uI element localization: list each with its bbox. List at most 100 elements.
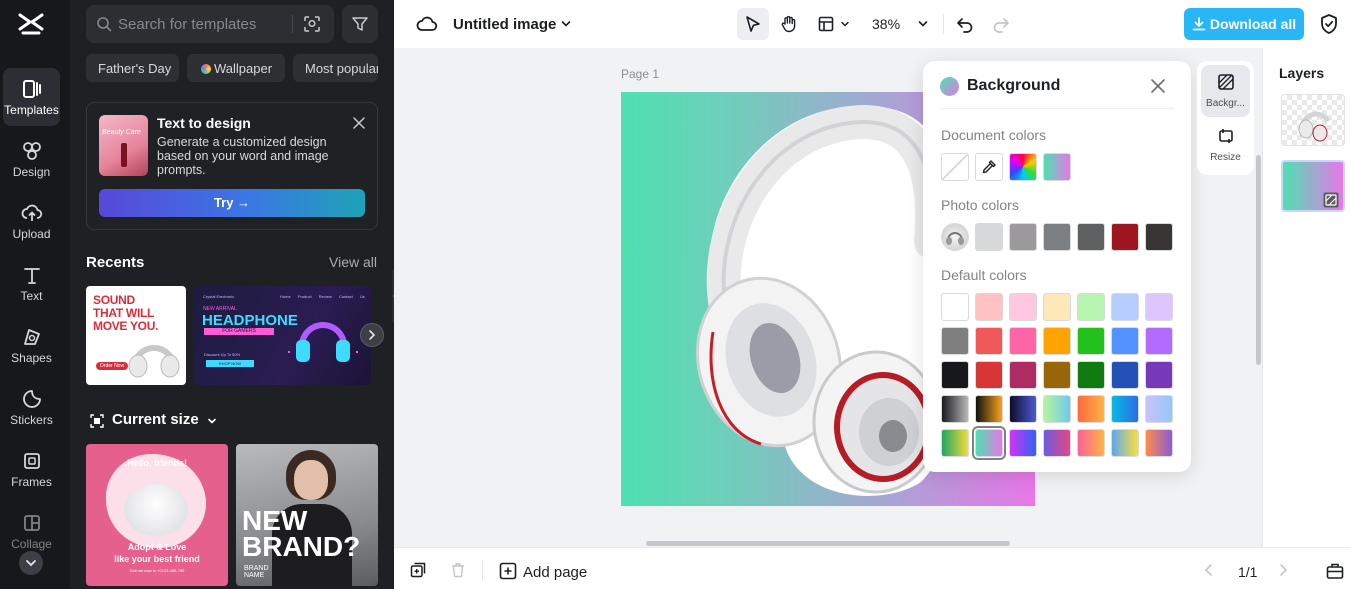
gradient-color-swatch[interactable] bbox=[1145, 429, 1173, 457]
sticker-icon bbox=[22, 390, 41, 408]
default-color-swatch[interactable] bbox=[941, 361, 969, 389]
recent-design-sound[interactable]: SOUND THAT WILL MOVE YOU. Order Now bbox=[86, 286, 186, 385]
default-color-swatch[interactable] bbox=[1077, 327, 1105, 355]
rail-item-stickers[interactable]: Stickers bbox=[3, 378, 60, 436]
gradient-color-swatch[interactable] bbox=[975, 395, 1003, 423]
gradient-color-swatch[interactable] bbox=[1043, 395, 1071, 423]
gradient-color-swatch[interactable] bbox=[1145, 395, 1173, 423]
add-page-button[interactable]: Add page bbox=[499, 560, 609, 582]
no-color-swatch[interactable] bbox=[941, 153, 969, 181]
photo-color-swatch[interactable] bbox=[1009, 223, 1037, 251]
gradient-color-swatch[interactable] bbox=[941, 395, 969, 423]
shield-icon[interactable] bbox=[1319, 13, 1339, 35]
chevron-right-icon[interactable] bbox=[1276, 563, 1290, 577]
default-color-swatch[interactable] bbox=[1077, 361, 1105, 389]
chip-fathers-day[interactable]: Father's Day bbox=[86, 54, 179, 82]
duplicate-page-icon[interactable] bbox=[410, 562, 426, 578]
default-color-swatch[interactable] bbox=[1043, 361, 1071, 389]
vertical-scrollbar[interactable] bbox=[1256, 155, 1261, 365]
rail-item-text[interactable]: Text bbox=[3, 254, 60, 312]
try-button[interactable]: Try → bbox=[99, 189, 365, 217]
default-color-swatch[interactable] bbox=[1111, 361, 1139, 389]
gradient-color-swatch[interactable] bbox=[1009, 395, 1037, 423]
background-tool[interactable]: Backgr... bbox=[1201, 65, 1250, 117]
default-color-swatch[interactable] bbox=[1009, 327, 1037, 355]
undo-icon[interactable] bbox=[955, 14, 975, 34]
trash-icon[interactable] bbox=[450, 562, 466, 578]
template-card-new-brand[interactable]: NEW BRAND? BRAND NAME bbox=[236, 444, 378, 586]
close-icon[interactable] bbox=[1148, 76, 1168, 96]
rail-expand-button[interactable] bbox=[19, 551, 43, 575]
gradient-color-swatch[interactable] bbox=[1077, 395, 1105, 423]
gradient-color-swatch[interactable] bbox=[1043, 429, 1071, 457]
default-color-swatch[interactable] bbox=[1111, 327, 1139, 355]
default-color-swatch[interactable] bbox=[1043, 327, 1071, 355]
default-color-swatch[interactable] bbox=[1145, 327, 1173, 355]
photo-color-swatch[interactable] bbox=[1145, 223, 1173, 251]
cloud-sync-icon[interactable] bbox=[416, 13, 438, 35]
default-color-swatch[interactable] bbox=[941, 327, 969, 355]
rail-item-frames[interactable]: Frames bbox=[3, 440, 60, 498]
rail-item-templates[interactable]: Templates bbox=[3, 68, 60, 126]
chevron-left-icon[interactable] bbox=[1202, 563, 1216, 577]
default-color-swatch[interactable] bbox=[1043, 293, 1071, 321]
select-tool[interactable] bbox=[737, 8, 769, 40]
custom-color-picker-swatch[interactable] bbox=[1009, 153, 1037, 181]
rail-item-shapes[interactable]: Shapes bbox=[3, 316, 60, 374]
template-card-adopt[interactable]: Hello, friends! Adopt & Love like your b… bbox=[86, 444, 228, 586]
gradient-color-swatch[interactable] bbox=[1009, 429, 1037, 457]
document-color-swatch[interactable] bbox=[1043, 153, 1071, 181]
photo-thumbnail-swatch[interactable] bbox=[941, 223, 969, 251]
chip-most-popular[interactable]: Most popular bbox=[293, 54, 378, 82]
rail-item-design[interactable]: Design bbox=[3, 130, 60, 188]
close-icon[interactable] bbox=[351, 115, 367, 131]
document-title[interactable]: Untitled image bbox=[453, 16, 556, 33]
gradient-color-swatch[interactable] bbox=[1111, 395, 1139, 423]
layer-background[interactable] bbox=[1281, 160, 1345, 212]
recent2-brand: Crystal Electronic bbox=[203, 294, 235, 299]
search-input[interactable]: Search for templates bbox=[118, 16, 256, 33]
rail-label: Frames bbox=[11, 475, 52, 489]
search-bar[interactable]: Search for templates bbox=[86, 5, 334, 43]
default-color-swatch[interactable] bbox=[1009, 293, 1037, 321]
recent-design-headphone[interactable]: Crystal Electronic Home Product Review C… bbox=[194, 286, 371, 385]
photo-color-swatch[interactable] bbox=[1043, 223, 1071, 251]
rail-item-upload[interactable]: Upload bbox=[3, 192, 60, 250]
default-color-swatch[interactable] bbox=[1009, 361, 1037, 389]
capcut-logo[interactable] bbox=[17, 11, 45, 37]
filter-button[interactable] bbox=[342, 5, 378, 43]
default-color-swatch[interactable] bbox=[975, 327, 1003, 355]
default-color-swatch[interactable] bbox=[1145, 361, 1173, 389]
chevron-down-icon[interactable] bbox=[917, 18, 929, 30]
recents-next-button[interactable] bbox=[360, 323, 384, 347]
photo-color-swatch[interactable] bbox=[1111, 223, 1139, 251]
bottom-divider bbox=[482, 560, 483, 580]
layout-tool[interactable] bbox=[814, 8, 856, 40]
gradient-color-swatch[interactable] bbox=[972, 426, 1006, 460]
layer-headphones[interactable] bbox=[1281, 94, 1345, 146]
photo-color-swatch[interactable] bbox=[1077, 223, 1105, 251]
view-all-link[interactable]: View all bbox=[329, 254, 377, 270]
chip-wallpaper[interactable]: Wallpaper bbox=[187, 54, 285, 82]
gradient-color-swatch[interactable] bbox=[1111, 429, 1139, 457]
eyedropper-button[interactable] bbox=[975, 153, 1003, 181]
hand-tool[interactable] bbox=[773, 8, 805, 40]
image-search-icon[interactable] bbox=[303, 15, 321, 33]
default-color-swatch[interactable] bbox=[1077, 293, 1105, 321]
default-color-swatch[interactable] bbox=[975, 361, 1003, 389]
resize-tool[interactable]: Resize bbox=[1201, 119, 1250, 171]
redo-icon[interactable] bbox=[991, 14, 1011, 34]
current-size-title: Current size bbox=[112, 411, 199, 428]
gradient-color-swatch[interactable] bbox=[941, 429, 969, 457]
photo-color-swatch[interactable] bbox=[975, 223, 1003, 251]
default-color-swatch[interactable] bbox=[941, 293, 969, 321]
chevron-down-icon[interactable] bbox=[560, 18, 572, 30]
gradient-color-swatch[interactable] bbox=[1077, 429, 1105, 457]
default-color-swatch[interactable] bbox=[1145, 293, 1173, 321]
default-color-swatch[interactable] bbox=[975, 293, 1003, 321]
default-color-swatch[interactable] bbox=[1111, 293, 1139, 321]
zoom-level[interactable]: 38% bbox=[872, 16, 900, 32]
horizontal-scrollbar[interactable] bbox=[646, 541, 1010, 546]
download-all-button[interactable]: Download all bbox=[1184, 8, 1304, 40]
briefcase-icon[interactable] bbox=[1326, 562, 1344, 580]
